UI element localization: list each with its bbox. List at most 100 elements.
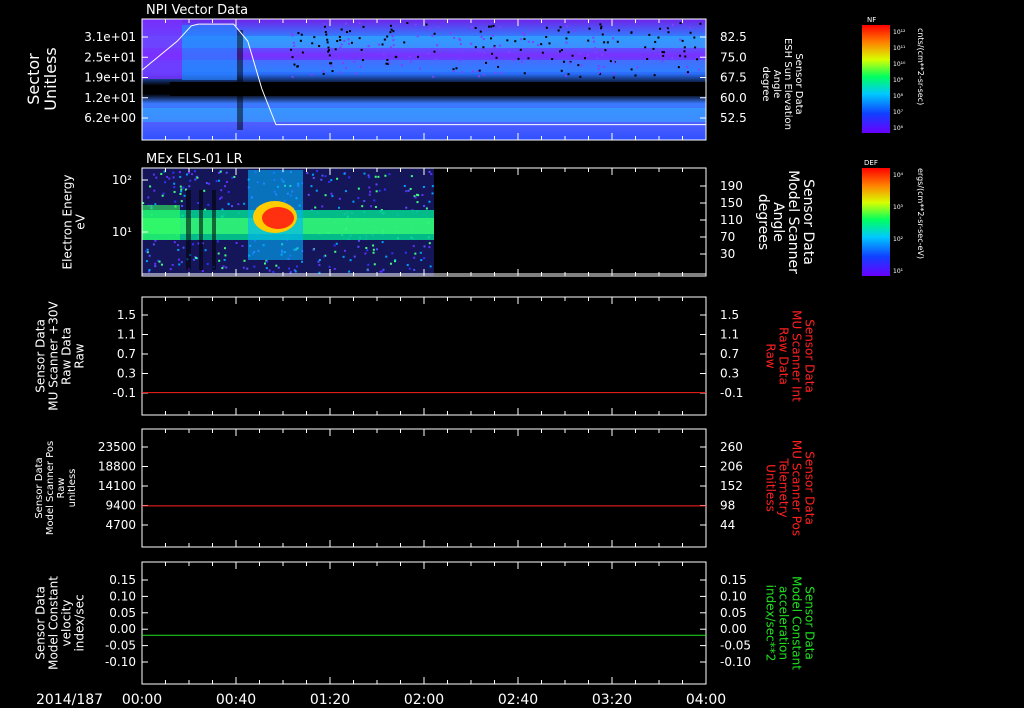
panel5-ylabel-line: Model Constant (47, 576, 61, 670)
els-noise-pixel (316, 170, 319, 173)
npi-noise-pixel (301, 51, 304, 54)
npi-noise-pixel (391, 35, 394, 38)
els-noise-pixel (425, 207, 428, 210)
els-noise-pixel (168, 177, 171, 180)
els-noise-pixel (416, 201, 419, 204)
npi-ytick-label: 6.2e+00 (84, 111, 136, 125)
els-noise-pixel (365, 246, 368, 249)
npi-noise-pixel (517, 57, 520, 60)
els-noise-pixel (318, 263, 321, 266)
els-noise-pixel (177, 248, 180, 251)
els-noise-pixel (324, 175, 327, 178)
panel3-rtick-label: -0.1 (720, 386, 743, 400)
npi-noise-pixel (291, 56, 294, 59)
npi-noise-pixel (324, 30, 327, 33)
els-noise-pixel (372, 248, 375, 251)
els-noise-pixel (368, 186, 371, 189)
npi-noise-pixel (452, 68, 455, 71)
els-noise-pixel (317, 260, 320, 263)
npi-noise-pixel (431, 34, 434, 37)
npi-noise-pixel (400, 64, 403, 67)
npi-noise-pixel (499, 44, 502, 47)
npi-noise-pixel (482, 38, 485, 41)
panel4-ylabel: Sensor Data Model Scanner Pos Raw unitless (34, 441, 78, 535)
npi-noise-pixel (686, 71, 689, 74)
npi-noise-pixel (437, 26, 440, 29)
els-noise-pixel (225, 266, 228, 269)
els-noise-pixel (208, 182, 211, 185)
npi-noise-pixel (684, 55, 687, 58)
panel5-ylabel-line: Sensor Data (34, 586, 48, 660)
npi-noise-pixel (594, 51, 597, 54)
colorbar-tick-label: 10¹ (893, 268, 904, 275)
els-noise-pixel (193, 170, 196, 173)
els-noise-pixel (330, 192, 333, 195)
els-noise-pixel (194, 256, 197, 259)
npi-noise-pixel (330, 62, 333, 65)
npi-noise-pixel (388, 61, 391, 64)
npi-noise-pixel (358, 22, 361, 25)
colorbar-nf-ticks: 10¹² 10¹¹ 10¹⁰ 10⁹ 10⁸ 10⁷ 10⁶ (893, 29, 906, 132)
panel4-ytick-label: 14100 (98, 479, 136, 493)
panel4-ytick-label: 4700 (105, 518, 136, 532)
els-noise-pixel (265, 267, 268, 270)
npi-noise-pixel (565, 41, 568, 44)
time-tick-label: 04:00 (686, 692, 726, 708)
panel4-ytick-label: 9400 (105, 499, 136, 513)
els-noise-pixel (349, 259, 352, 262)
npi-rlabel-line: ESH Sun Elevation (782, 38, 793, 130)
els-noise-pixel (428, 170, 431, 173)
panel5-ytick-label: 0.15 (109, 573, 136, 587)
els-rtick-label: 150 (720, 196, 743, 210)
colorbar-tick-label: 10⁶ (893, 125, 904, 132)
els-noise-pixel (266, 260, 269, 263)
npi-noise-pixel (346, 31, 349, 34)
els-noise-pixel (413, 256, 416, 259)
npi-noise-pixel (665, 28, 668, 31)
npi-noise-pixel (482, 28, 485, 31)
npi-noise-pixel (472, 70, 475, 73)
npi-noise-pixel (433, 32, 436, 35)
els-noise-pixel (352, 200, 355, 203)
panel-frame-3 (141, 296, 707, 416)
els-noise-pixel (147, 196, 150, 199)
npi-noise-pixel (512, 59, 515, 62)
multi-panel-plot: NPI Vector Data MEx ELS-01 LR 3.1e+01 2.5… (24, 3, 925, 708)
els-noise-pixel (368, 193, 371, 196)
npi-rlabel-line: degree (760, 66, 771, 101)
time-axis-labels: 00:00 00:40 01:20 02:00 02:40 03:20 04:00 (122, 692, 726, 708)
npi-noise-pixel (342, 62, 345, 65)
npi-noise-pixel (490, 25, 493, 28)
npi-ytick-label: 1.2e+01 (84, 91, 136, 105)
els-noise-pixel (178, 263, 181, 266)
els-ylabel-line: eV (74, 213, 88, 229)
els-noise-pixel (318, 271, 321, 274)
els-noise-pixel (242, 266, 245, 269)
els-noise-pixel (369, 190, 372, 193)
npi-noise-pixel (343, 39, 346, 42)
els-noise-pixel (166, 175, 169, 178)
npi-noise-pixel (313, 36, 316, 39)
panel5-ytick-label: 0.00 (109, 622, 136, 636)
npi-noise-pixel (297, 32, 300, 35)
npi-noise-pixel (612, 76, 615, 79)
npi-noise-pixel (340, 43, 343, 46)
npi-noise-pixel (571, 54, 574, 57)
els-noise-pixel (429, 265, 432, 268)
npi-noise-pixel (325, 33, 328, 36)
npi-noise-pixel (617, 29, 620, 32)
els-noise-pixel (171, 263, 174, 266)
npi-rtick-label: 75.0 (720, 50, 747, 64)
npi-noise-pixel (693, 36, 696, 39)
npi-noise-pixel (612, 37, 615, 40)
npi-ytick-label: 1.9e+01 (84, 71, 136, 85)
npi-noise-pixel (699, 22, 702, 25)
npi-noise-pixel (597, 65, 600, 68)
date-label: 2014/187 (36, 692, 103, 708)
els-noise-pixel (333, 267, 336, 270)
els-noise-pixel (180, 261, 183, 264)
els-noise-pixel (224, 185, 227, 188)
els-noise-pixel (375, 183, 378, 186)
npi-noise-pixel (601, 54, 604, 57)
npi-noise-pixel (522, 32, 525, 35)
